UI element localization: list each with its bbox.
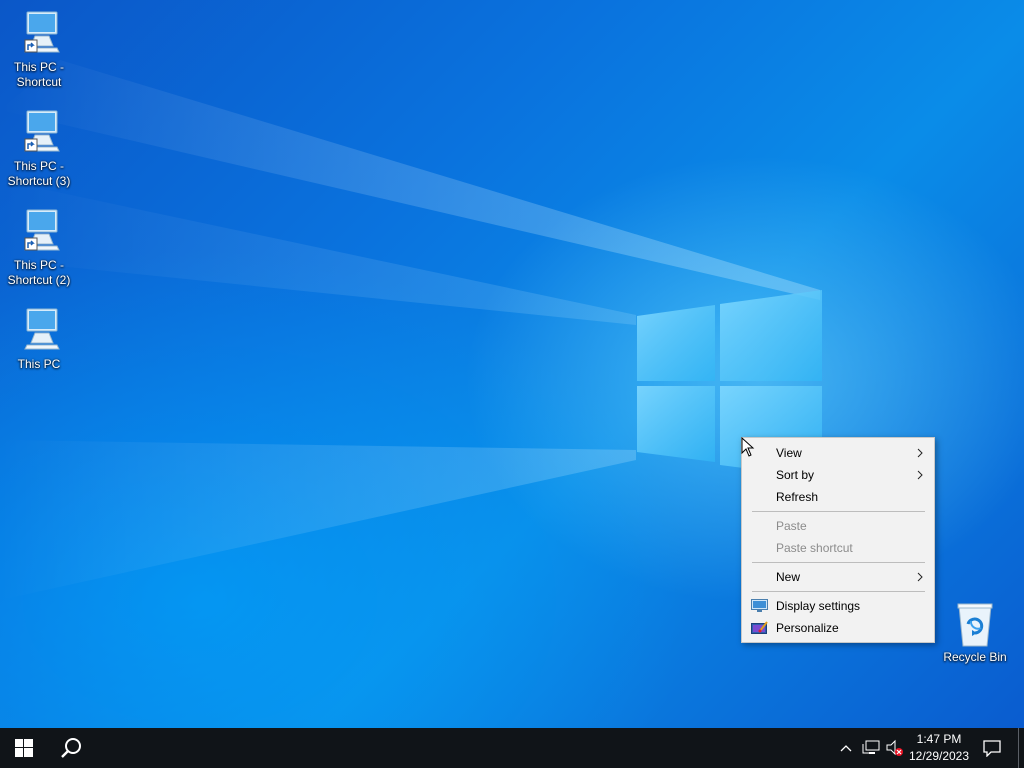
desktop-icon-label: This PC: [17, 357, 61, 371]
clock[interactable]: 1:47 PM 12/29/2023: [904, 728, 974, 768]
menu-item-sort-by[interactable]: Sort by: [742, 464, 934, 486]
desktop-context-menu: View Sort by Refresh Paste Paste shortcu…: [741, 437, 935, 643]
menu-item-paste[interactable]: Paste: [742, 515, 934, 537]
menu-item-label: Display settings: [776, 599, 861, 613]
desktop-icon-label: Shortcut: [16, 75, 62, 89]
desktop-icon-label: This PC -: [13, 258, 64, 272]
menu-item-view[interactable]: View: [742, 442, 934, 464]
desktop[interactable]: This PC - Shortcut This PC - Shortcut (3…: [0, 0, 1024, 728]
desktop-icon-label: This PC -: [13, 159, 64, 173]
desktop-icon-label: Shortcut (3): [7, 174, 71, 188]
desktop-icon-this-pc-shortcut[interactable]: This PC - Shortcut: [1, 10, 77, 90]
menu-separator: [752, 562, 925, 563]
desktop-icon-label: Recycle Bin: [943, 650, 1007, 664]
chevron-right-icon: [917, 448, 923, 458]
desktop-icon-this-pc-shortcut-2[interactable]: This PC - Shortcut (2): [1, 208, 77, 288]
menu-item-paste-shortcut[interactable]: Paste shortcut: [742, 537, 934, 559]
clock-time: 1:47 PM: [916, 732, 962, 746]
desktop-icon-label: This PC -: [13, 60, 64, 74]
menu-item-label: View: [776, 446, 802, 460]
desktop-icon-this-pc[interactable]: This PC: [1, 307, 77, 372]
menu-item-display-settings[interactable]: Display settings: [742, 595, 934, 617]
menu-item-label: New: [776, 570, 801, 584]
action-center-icon: [983, 740, 1001, 757]
show-hidden-icons-button[interactable]: [836, 728, 856, 768]
menu-item-new[interactable]: New: [742, 566, 934, 588]
personalize-icon: [751, 621, 768, 634]
menu-separator: [752, 511, 925, 512]
menu-item-personalize[interactable]: Personalize: [742, 617, 934, 639]
start-button[interactable]: [0, 728, 48, 768]
clock-date: 12/29/2023: [908, 749, 970, 763]
action-center-button[interactable]: [978, 728, 1006, 768]
volume-muted-icon: [886, 739, 903, 756]
mouse-cursor-icon: [741, 437, 755, 457]
menu-item-label: Refresh: [776, 490, 819, 504]
network-icon: [862, 740, 880, 754]
windows-logo-icon: [15, 739, 33, 757]
volume-button[interactable]: [884, 728, 906, 768]
chevron-right-icon: [917, 470, 923, 480]
computer-icon: [24, 308, 60, 350]
menu-separator: [752, 591, 925, 592]
computer-shortcut-icon: [24, 209, 60, 251]
menu-item-refresh[interactable]: Refresh: [742, 486, 934, 508]
computer-shortcut-icon: [24, 110, 60, 152]
show-desktop-button[interactable]: [1018, 728, 1024, 768]
chevron-up-icon: [840, 745, 852, 752]
desktop-icon-this-pc-shortcut-3[interactable]: This PC - Shortcut (3): [1, 109, 77, 189]
display-settings-icon: [751, 599, 768, 612]
computer-shortcut-icon: [24, 11, 60, 53]
menu-item-label: Paste: [776, 519, 807, 533]
desktop-icon-label: Shortcut (2): [7, 273, 71, 287]
network-button[interactable]: [860, 728, 882, 768]
recycle-bin-icon: [957, 603, 993, 647]
desktop-icon-recycle-bin[interactable]: Recycle Bin: [937, 602, 1013, 665]
menu-item-label: Paste shortcut: [776, 541, 853, 555]
taskbar: 1:47 PM 12/29/2023: [0, 728, 1024, 768]
chevron-right-icon: [917, 572, 923, 582]
menu-item-label: Sort by: [776, 468, 815, 482]
menu-item-label: Personalize: [776, 621, 839, 635]
search-icon: [61, 738, 81, 758]
search-button[interactable]: [48, 728, 96, 768]
